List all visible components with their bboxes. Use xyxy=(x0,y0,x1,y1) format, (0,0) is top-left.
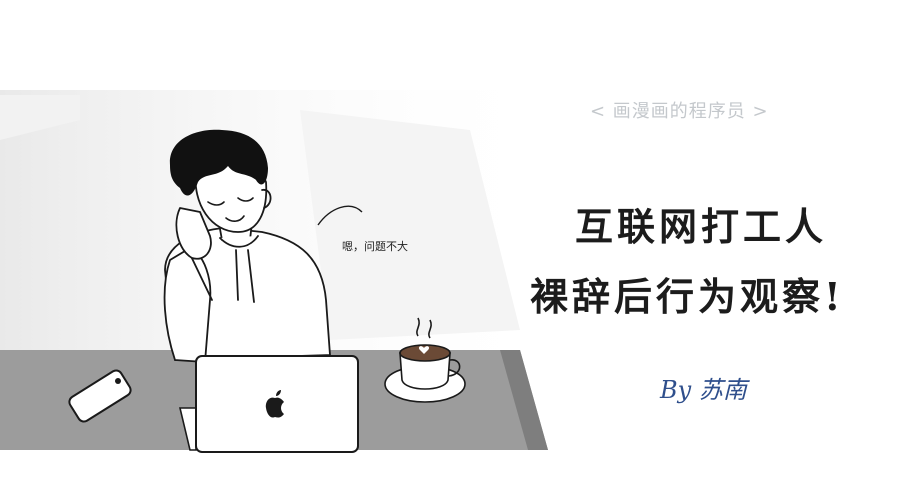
title-line-2: 裸辞后行为观察! xyxy=(530,274,845,319)
author-byline: By 苏南 xyxy=(660,376,747,404)
laptop xyxy=(178,355,359,453)
title-line-1: 互联网打工人 xyxy=(575,204,828,249)
speech-bubble-text: 嗯，问题不大 xyxy=(342,240,408,253)
series-tag: < 画漫画的程序员 > xyxy=(590,101,769,122)
